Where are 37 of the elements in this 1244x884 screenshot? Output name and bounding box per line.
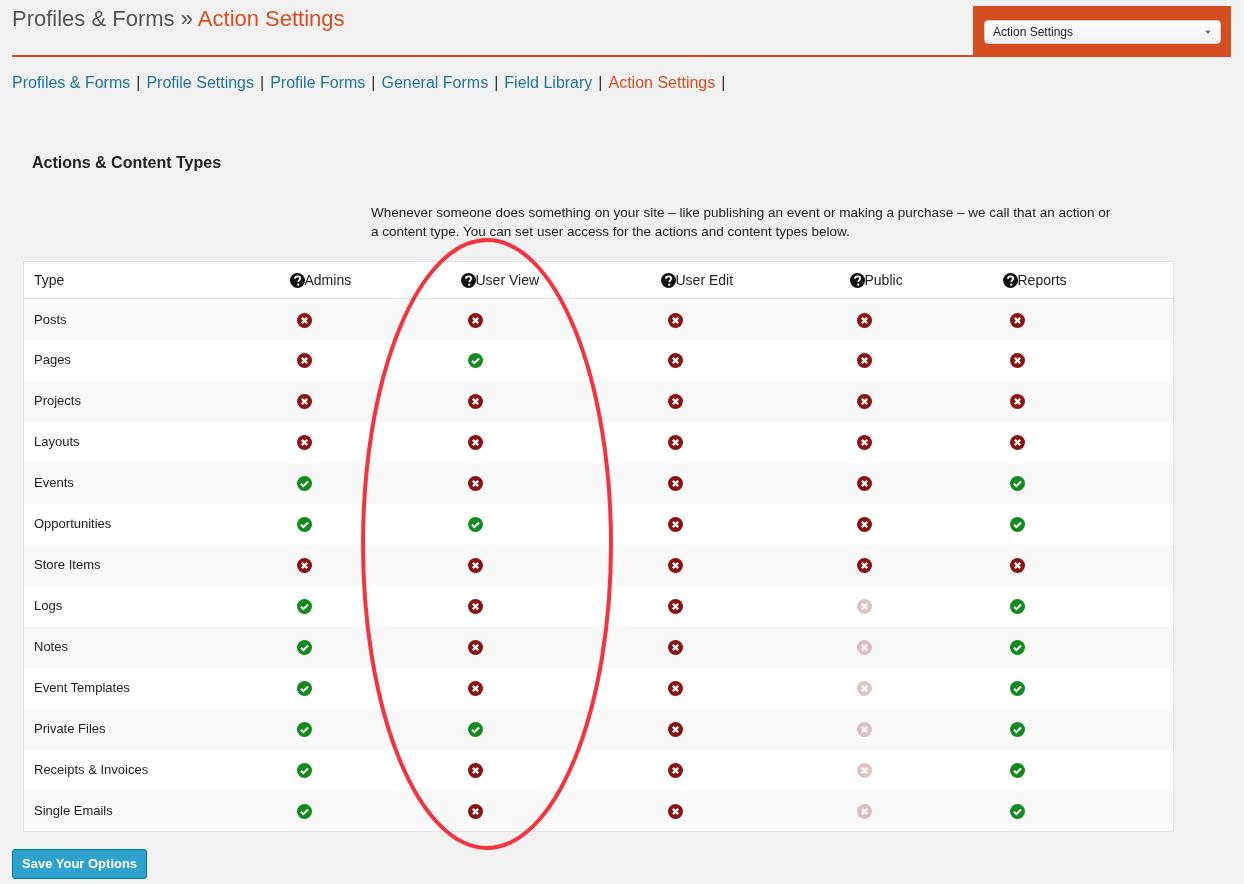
type-cell: Opportunities <box>34 516 112 532</box>
type-cell: Layouts <box>34 434 80 450</box>
column-header: Public <box>864 271 903 288</box>
nav-separator: | <box>721 74 726 91</box>
type-cell: Private Files <box>34 721 106 737</box>
column-header: User View <box>475 271 540 288</box>
type-cell: Posts <box>34 311 67 327</box>
view-select[interactable]: Action Settings <box>984 20 1221 44</box>
caret-icon <box>1204 28 1212 36</box>
type-cell: Single Emails <box>34 803 113 818</box>
nav-separator: | <box>136 74 141 91</box>
nav-separator: | <box>494 74 499 91</box>
description-text: Whenever someone does something on your site – like publishing an event or making a purchase – we call that an action or a content type. You can set user access for the actions and content types below. <box>371 204 1111 241</box>
type-cell: Receipts & Invoices <box>34 762 149 778</box>
nav-link[interactable]: Field Library <box>504 74 593 91</box>
section-heading: Actions & Content Types <box>32 153 223 173</box>
type-cell: Event Templates <box>34 680 130 696</box>
nav-separator: | <box>371 74 376 91</box>
nav-separator: | <box>598 74 603 91</box>
nav-link[interactable]: Profile Settings <box>146 74 254 91</box>
type-cell: Projects <box>34 393 81 409</box>
type-cell: Logs <box>34 598 63 614</box>
type-cell: Notes <box>34 639 68 655</box>
column-header: User Edit <box>675 271 734 288</box>
page-title: Profiles & Forms » Action Settings <box>12 5 345 33</box>
nav-separator: | <box>260 74 265 91</box>
column-header: Reports <box>1017 271 1067 288</box>
save-button[interactable]: Save Your Options <box>12 849 148 879</box>
column-header: Admins <box>304 271 352 288</box>
type-cell: Store Items <box>34 557 101 573</box>
type-cell: Events <box>34 475 74 491</box>
nav-link[interactable]: Action Settings <box>608 74 716 91</box>
nav-link[interactable]: Profile Forms <box>270 74 366 91</box>
column-header: Type <box>34 271 65 288</box>
nav-link[interactable]: General Forms <box>381 74 489 91</box>
nav-link[interactable]: Profiles & Forms <box>12 74 131 91</box>
type-cell: Pages <box>34 352 71 368</box>
